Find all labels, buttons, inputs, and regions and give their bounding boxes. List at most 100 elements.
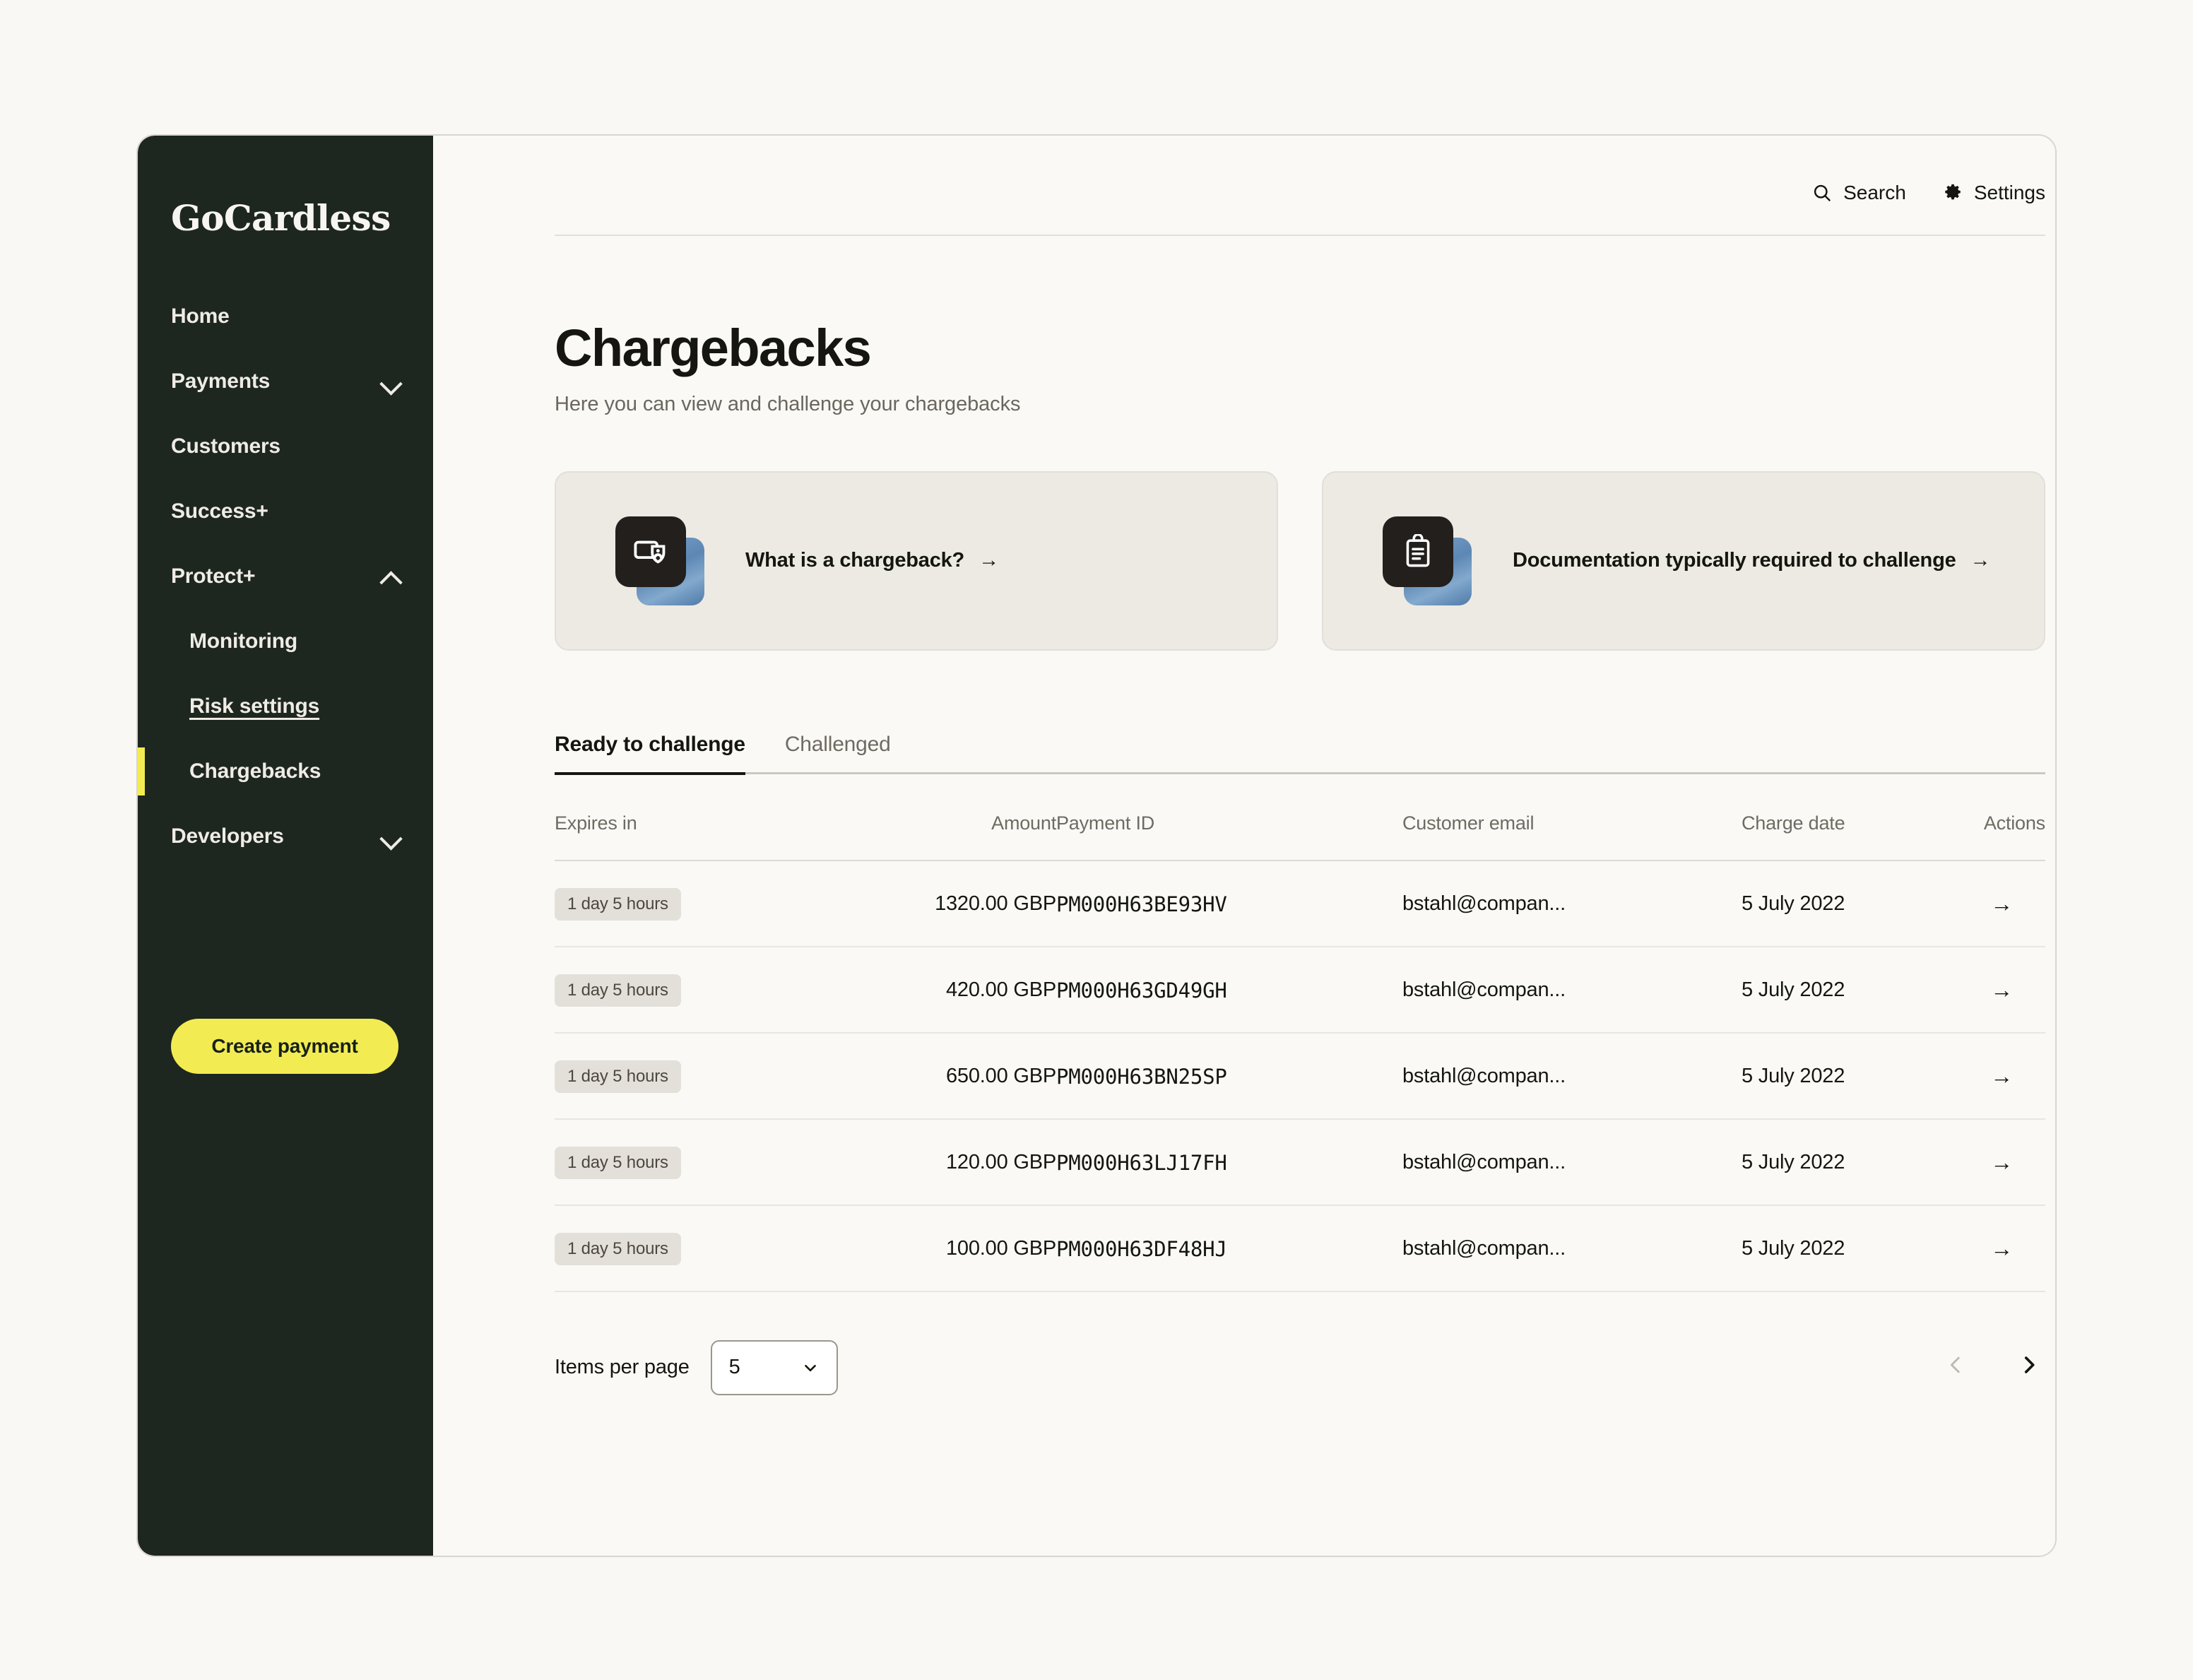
cell-payment-id: PM000H63BE93HV <box>1056 860 1402 947</box>
table-row[interactable]: 1 day 5 hours100.00 GBPPM000H63DF48HJbst… <box>555 1205 2045 1291</box>
cell-payment-id: PM000H63BN25SP <box>1056 1033 1402 1119</box>
icon-tile <box>615 516 686 587</box>
chevron-right-icon <box>2017 1353 2041 1377</box>
sidebar-item-label: Payments <box>171 369 270 394</box>
expires-in-badge: 1 day 5 hours <box>555 1060 681 1093</box>
cell-payment-id: PM000H63GD49GH <box>1056 947 1402 1033</box>
sidebar-item-label: Developers <box>171 824 284 848</box>
table-row[interactable]: 1 day 5 hours 650.00 GBPPM000H63BN25SPbst… <box>555 1033 2045 1119</box>
search-label: Search <box>1843 182 1906 204</box>
main-content: Search Settings Chargebacks Here you can… <box>433 136 2057 1556</box>
icon-stack <box>615 516 704 605</box>
sidebar-item-customers[interactable]: Customers <box>138 414 433 479</box>
pagination-previous-button[interactable] <box>1944 1353 1968 1382</box>
items-per-page-value: 5 <box>729 1356 740 1379</box>
icon-stack <box>1383 516 1472 605</box>
column-header-expires-in: Expires in <box>555 783 837 860</box>
sidebar-item-chargebacks[interactable]: Chargebacks <box>138 739 433 804</box>
sidebar-item-success[interactable]: Success+ <box>138 479 433 544</box>
sidebar-item-label: Protect+ <box>171 564 255 588</box>
tab-challenged[interactable]: Challenged <box>785 733 891 772</box>
info-card-text: What is a chargeback? <box>745 549 964 572</box>
cell-expires-in: 1 day 5 hours <box>555 1033 837 1119</box>
sidebar-item-label: Home <box>171 304 230 329</box>
cell-charge-date: 5 July 2022 <box>1742 860 1925 947</box>
pagination-next-button[interactable] <box>2017 1353 2041 1382</box>
chevron-down-icon[interactable] <box>381 830 402 843</box>
page-title: Chargebacks <box>555 321 2045 376</box>
cell-expires-in: 1 day 5 hours <box>555 860 837 947</box>
items-per-page-select[interactable]: 5 <box>711 1340 838 1395</box>
info-cards: What is a chargeback? → <box>555 471 2045 651</box>
cell-payment-id: PM000H63DF48HJ <box>1056 1205 1402 1291</box>
sidebar-item-protect[interactable]: Protect+ <box>138 544 433 609</box>
tab-ready-to-challenge[interactable]: Ready to challenge <box>555 733 745 772</box>
chevron-down-icon <box>801 1359 820 1377</box>
arrow-right-icon: → <box>1970 549 1991 572</box>
row-arrow-right-icon[interactable]: → <box>1990 1063 2045 1089</box>
cell-charge-date: 5 July 2022 <box>1742 1033 1925 1119</box>
brand-logo[interactable]: GoCardless <box>171 201 433 236</box>
cell-actions: → <box>1925 860 2045 947</box>
table-header-row: Expires in Amount Payment ID Customer em… <box>555 783 2045 860</box>
info-card-what-is-a-chargeback[interactable]: What is a chargeback? → <box>555 471 1278 651</box>
info-card-documentation-required[interactable]: Documentation typically required to chal… <box>1322 471 2045 651</box>
table-row[interactable]: 1 day 5 hours 420.00 GBPPM000H63GD49GHbst… <box>555 947 2045 1033</box>
cell-actions: → <box>1925 947 2045 1033</box>
column-header-payment-id: Payment ID <box>1056 783 1402 860</box>
topbar-divider <box>555 235 2045 236</box>
sidebar-item-label: Risk settings <box>189 694 319 718</box>
create-payment-button[interactable]: Create payment <box>171 1019 398 1074</box>
sidebar-item-label: Success+ <box>171 499 268 523</box>
expires-in-badge: 1 day 5 hours <box>555 974 681 1007</box>
cell-amount: 650.00 GBP <box>837 1033 1056 1119</box>
cell-customer-email: bstahl@compan... <box>1402 947 1742 1033</box>
cell-expires-in: 1 day 5 hours <box>555 1119 837 1205</box>
cell-charge-date: 5 July 2022 <box>1742 1119 1925 1205</box>
cell-customer-email: bstahl@compan... <box>1402 1033 1742 1119</box>
info-card-label: What is a chargeback? → <box>745 549 999 572</box>
sidebar-item-label: Monitoring <box>189 629 297 653</box>
sidebar-item-label: Chargebacks <box>189 759 321 783</box>
tabs: Ready to challenge Challenged <box>555 733 2045 774</box>
cell-payment-id: PM000H63LJ17FH <box>1056 1119 1402 1205</box>
chevron-down-icon[interactable] <box>381 375 402 388</box>
sidebar-item-developers[interactable]: Developers <box>138 804 433 869</box>
sidebar: GoCardless Home Payments Customers Success+… <box>138 136 433 1556</box>
pagination <box>1944 1353 2045 1382</box>
sidebar-item-home[interactable]: Home <box>138 284 433 349</box>
sidebar-item-monitoring[interactable]: Monitoring <box>138 609 433 674</box>
row-arrow-right-icon[interactable]: → <box>1990 1236 2045 1262</box>
cell-amount: 420.00 GBP <box>837 947 1056 1033</box>
table-row[interactable]: 1 day 5 hours120.00 GBPPM000H63LJ17FHbst… <box>555 1119 2045 1205</box>
sidebar-item-payments[interactable]: Payments <box>138 349 433 414</box>
column-header-actions: Actions <box>1925 783 2045 860</box>
cell-actions: → <box>1925 1119 2045 1205</box>
table-row[interactable]: 1 day 5 hours 1320.00 GBPPM000H63BE93HVbs… <box>555 860 2045 947</box>
shield-card-icon <box>632 533 670 571</box>
column-header-charge-date: Charge date <box>1742 783 1925 860</box>
sidebar-item-risk-settings[interactable]: Risk settings <box>138 674 433 739</box>
icon-tile <box>1383 516 1453 587</box>
clipboard-icon <box>1400 534 1436 569</box>
row-arrow-right-icon[interactable]: → <box>1990 1149 2045 1176</box>
settings-label: Settings <box>1974 182 2045 204</box>
info-card-text: Documentation typically required to chal… <box>1513 549 1956 572</box>
cell-amount: 1320.00 GBP <box>837 860 1056 947</box>
settings-button[interactable]: Settings <box>1943 182 2045 204</box>
chevron-up-icon[interactable] <box>381 570 402 583</box>
row-arrow-right-icon[interactable]: → <box>1990 977 2045 1003</box>
row-arrow-right-icon[interactable]: → <box>1990 891 2045 917</box>
app-window: GoCardless Home Payments Customers Success+… <box>136 134 2057 1557</box>
chevron-left-icon <box>1944 1353 1968 1377</box>
cell-charge-date: 5 July 2022 <box>1742 1205 1925 1291</box>
search-button[interactable]: Search <box>1812 182 1906 204</box>
items-per-page: Items per page 5 <box>555 1340 838 1395</box>
cell-expires-in: 1 day 5 hours <box>555 947 837 1033</box>
expires-in-badge: 1 day 5 hours <box>555 888 681 921</box>
info-card-label: Documentation typically required to chal… <box>1513 549 1990 572</box>
cell-charge-date: 5 July 2022 <box>1742 947 1925 1033</box>
sidebar-item-label: Customers <box>171 434 280 459</box>
sidebar-nav: Home Payments Customers Success+ Protect+ Mon… <box>138 284 433 869</box>
cell-customer-email: bstahl@compan... <box>1402 860 1742 947</box>
